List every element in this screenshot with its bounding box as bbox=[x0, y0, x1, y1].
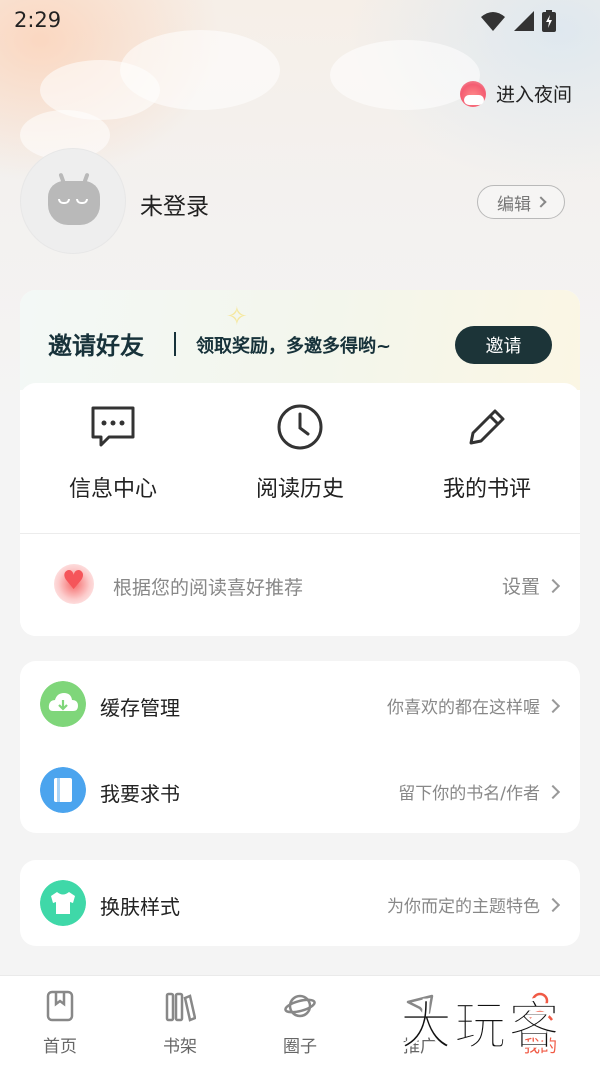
tab-label: 首页 bbox=[43, 1037, 77, 1057]
quick-action-reviews[interactable]: 我的书评 bbox=[394, 403, 580, 503]
chevron-right-icon bbox=[545, 698, 561, 713]
row-hint: 留下你的书名/作者 bbox=[398, 779, 561, 804]
watermark-text: 大玩客 bbox=[399, 997, 563, 1058]
invite-banner[interactable]: ✧ 邀请好友 领取奖励，多邀多得哟~ 邀请 bbox=[20, 290, 580, 390]
row-hint-text: 你喜欢的都在这样喔 bbox=[387, 698, 540, 718]
row-label: 缓存管理 bbox=[100, 696, 180, 720]
quick-action-label: 阅读历史 bbox=[255, 477, 344, 502]
status-time: 2:29 bbox=[14, 8, 62, 32]
row-hint-text: 留下你的书名/作者 bbox=[398, 784, 540, 804]
status-bar: 2:29 bbox=[0, 0, 600, 40]
username[interactable]: 未登录 bbox=[140, 187, 209, 221]
invite-subtitle: 领取奖励，多邀多得哟~ bbox=[196, 336, 392, 357]
night-mode-label: 进入夜间 bbox=[495, 84, 572, 106]
settings-label: 设置 bbox=[501, 576, 540, 598]
skin-card: 换肤样式 为你而定的主题特色 bbox=[20, 860, 580, 946]
edit-label: 编辑 bbox=[497, 194, 531, 215]
invite-title: 邀请好友 bbox=[48, 332, 144, 360]
row-label: 换肤样式 bbox=[100, 895, 180, 919]
tab-label: 圈子 bbox=[283, 1037, 317, 1057]
main-card: ✧ 邀请好友 领取奖励，多邀多得哟~ 邀请 信息中心 阅读历史 我的书评 ♥ 根… bbox=[20, 290, 580, 636]
planet-icon bbox=[284, 994, 316, 1018]
clock-icon bbox=[277, 404, 323, 450]
row-hint: 为你而定的主题特色 bbox=[387, 892, 561, 917]
row-label: 我要求书 bbox=[100, 782, 180, 806]
message-icon bbox=[91, 406, 135, 447]
pen-icon bbox=[469, 409, 505, 445]
avatar[interactable] bbox=[20, 148, 126, 254]
book-icon bbox=[40, 767, 86, 813]
list-item-cache[interactable]: 缓存管理 你喜欢的都在这样喔 bbox=[20, 661, 580, 747]
tab-circle[interactable]: 圈子 bbox=[240, 976, 360, 1066]
tab-bookshelf[interactable]: 书架 bbox=[120, 976, 240, 1066]
list-item-request-book[interactable]: 我要求书 留下你的书名/作者 bbox=[20, 747, 580, 833]
row-hint: 你喜欢的都在这样喔 bbox=[387, 693, 561, 718]
moon-cloud-icon bbox=[459, 80, 486, 107]
night-mode-button[interactable]: 进入夜间 bbox=[459, 80, 572, 107]
recommend-row[interactable]: 根据您的阅读喜好推荐 设置 bbox=[20, 534, 580, 636]
tab-home[interactable]: 首页 bbox=[0, 976, 120, 1066]
list-item-skin[interactable]: 换肤样式 为你而定的主题特色 bbox=[20, 860, 580, 946]
quick-action-label: 信息中心 bbox=[68, 477, 157, 502]
chevron-right-icon bbox=[535, 196, 547, 208]
bookmark-icon bbox=[46, 990, 74, 1022]
wifi-icon bbox=[481, 12, 505, 31]
row-hint-text: 为你而定的主题特色 bbox=[387, 897, 540, 917]
quick-action-label: 我的书评 bbox=[442, 477, 531, 502]
sparkle-icon: ✧ bbox=[226, 302, 248, 332]
settings-list-card: 缓存管理 你喜欢的都在这样喔 我要求书 留下你的书名/作者 bbox=[20, 661, 580, 833]
heart-icon bbox=[54, 564, 94, 604]
quick-action-messages[interactable]: 信息中心 bbox=[20, 403, 206, 503]
robot-avatar-icon bbox=[48, 172, 100, 225]
recommend-text: 根据您的阅读喜好推荐 bbox=[113, 577, 304, 599]
battery-icon bbox=[542, 10, 556, 32]
shirt-icon bbox=[40, 880, 86, 926]
bookshelf-icon bbox=[165, 992, 196, 1022]
recommend-settings-button[interactable]: 设置 bbox=[501, 572, 561, 599]
quick-actions: 信息中心 阅读历史 我的书评 根据您的阅读喜好推荐 设置 bbox=[20, 383, 580, 636]
edit-profile-button[interactable]: 编辑 bbox=[477, 185, 565, 219]
status-icons bbox=[480, 10, 556, 32]
chevron-right-icon bbox=[545, 784, 561, 799]
tab-label: 书架 bbox=[163, 1037, 197, 1057]
quick-action-history[interactable]: 阅读历史 bbox=[207, 403, 393, 503]
invite-separator bbox=[174, 332, 176, 356]
invite-button[interactable]: 邀请 bbox=[455, 326, 552, 364]
cloud-download-icon bbox=[40, 681, 86, 727]
chevron-right-icon bbox=[545, 578, 561, 593]
chevron-right-icon bbox=[545, 897, 561, 912]
signal-icon bbox=[514, 11, 534, 31]
